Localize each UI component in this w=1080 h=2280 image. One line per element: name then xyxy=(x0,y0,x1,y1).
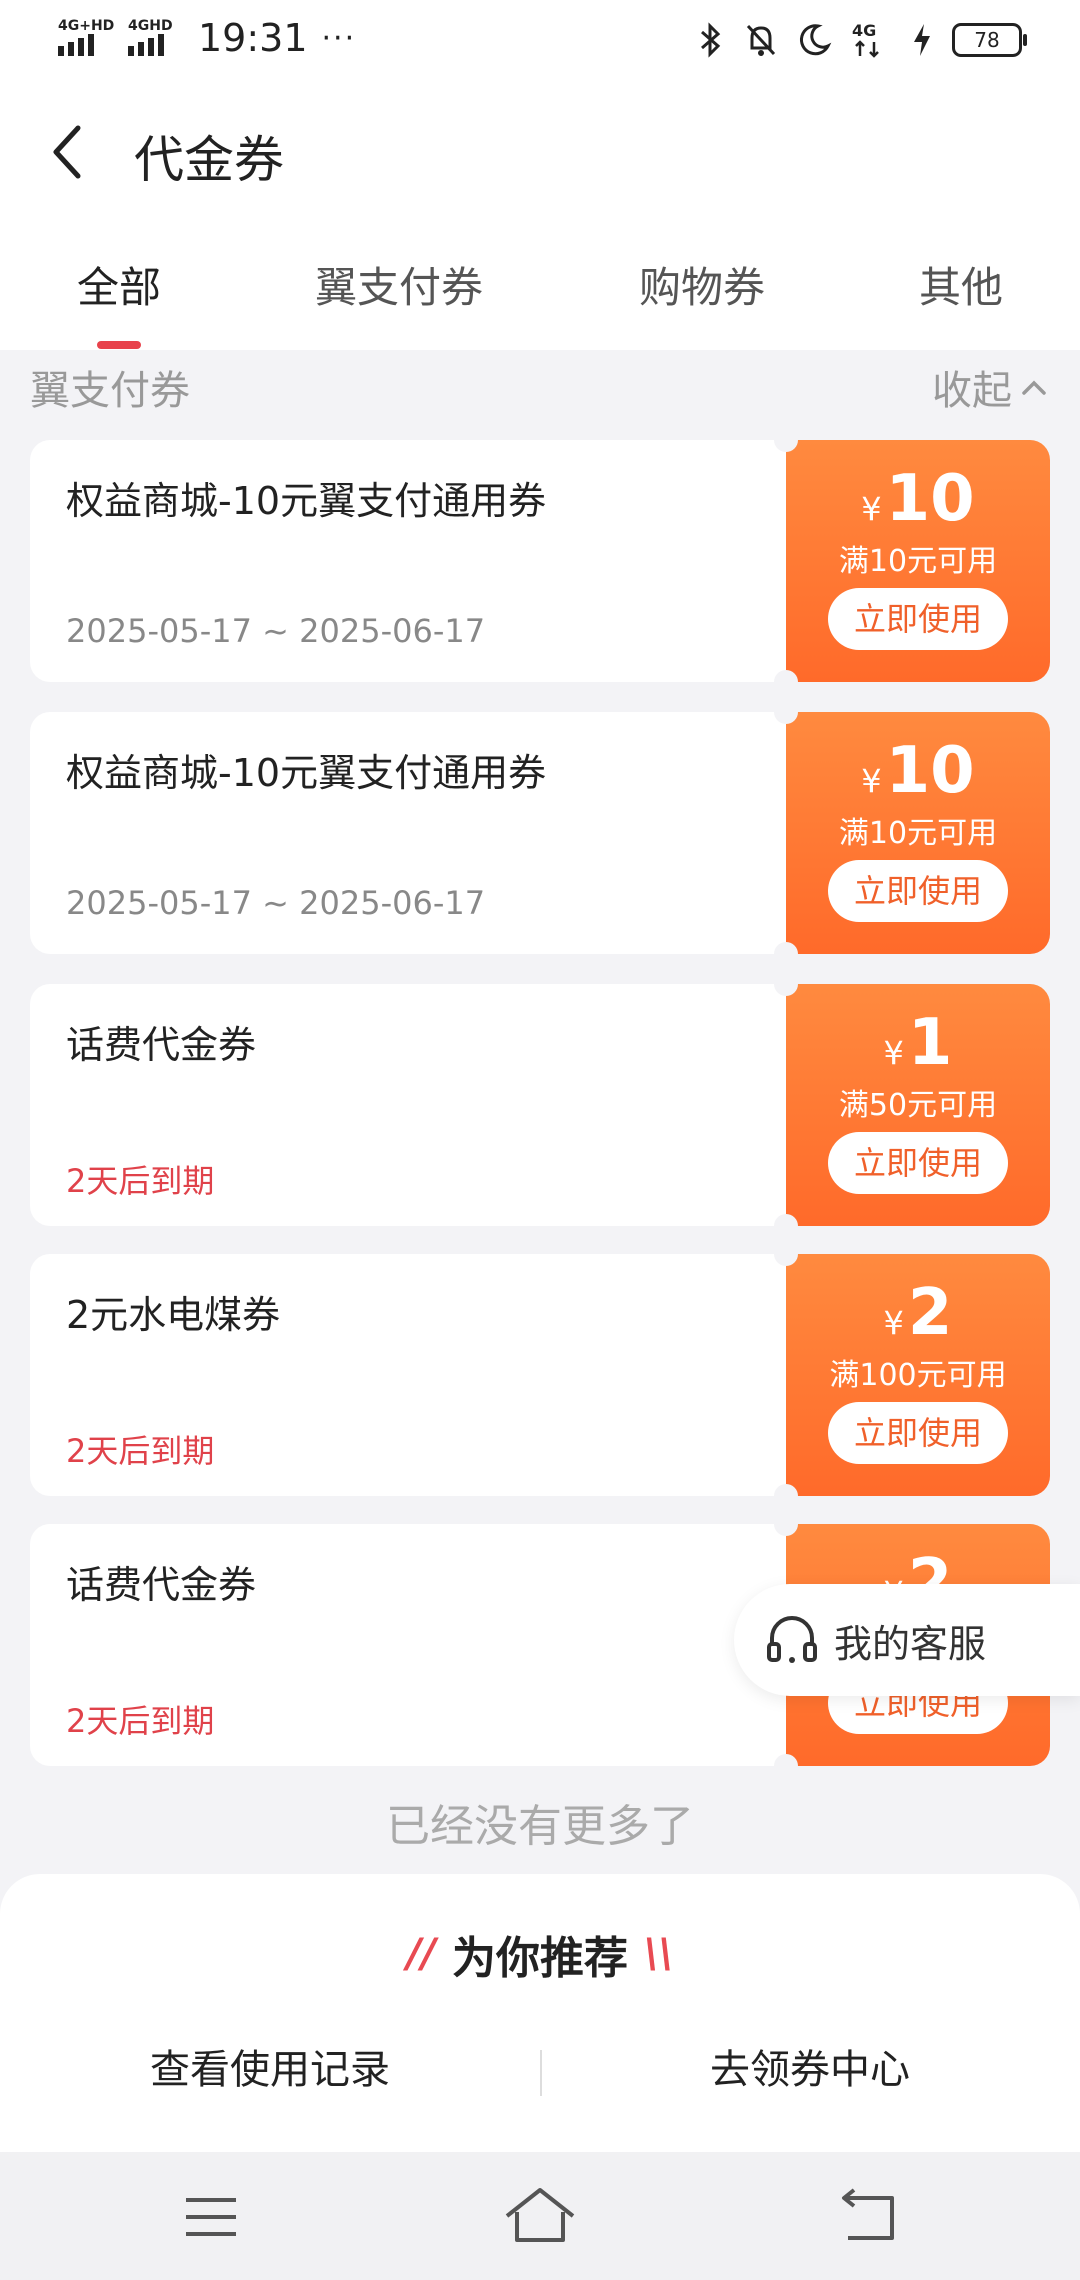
coupon-condition: 满10元可用 xyxy=(838,544,998,579)
coupon-amount: 2 xyxy=(907,1276,953,1350)
use-now-button[interactable]: 立即使用 xyxy=(828,1402,1008,1464)
coupon-condition: 满10元可用 xyxy=(838,816,998,851)
customer-service-label: 我的客服 xyxy=(834,1621,987,1666)
signal-icon: 4GHD xyxy=(128,16,184,60)
chevron-up-icon xyxy=(1022,380,1046,395)
coupon-info: 2元水电煤券 2天后到期 xyxy=(30,1254,786,1496)
tab-bar: 全部 翼支付券 购物券 其他 xyxy=(0,224,1080,350)
coupon-name: 话费代金券 xyxy=(66,1563,257,1607)
headset-icon xyxy=(767,1616,817,1663)
coupon-name: 话费代金券 xyxy=(66,1023,257,1067)
charging-icon xyxy=(914,24,930,56)
bottom-action-bar: 查看使用记录 去领券中心 xyxy=(0,2010,1080,2152)
network-type-label: 4G+HD xyxy=(58,18,115,34)
coupon-condition: 满50元可用 xyxy=(838,1088,998,1123)
back-button[interactable] xyxy=(40,122,100,182)
recommend-section: // 为你推荐 \\ xyxy=(0,1874,1080,2014)
collapse-button[interactable]: 收起 xyxy=(932,358,1050,416)
back-icon xyxy=(842,2188,894,2240)
more-notifications-icon: ··· xyxy=(321,20,357,56)
section-title: 翼支付券 xyxy=(30,368,190,414)
system-nav-bar xyxy=(0,2152,1080,2280)
coupon-value-panel: ¥1 满50元可用 立即使用 xyxy=(774,972,1050,1238)
decor-backslash-icon: \\ xyxy=(644,1931,674,1977)
signal-icon: 4G+HD xyxy=(58,16,114,60)
coupon-center-button[interactable]: 去领券中心 xyxy=(540,2010,1080,2152)
coupon-validity: 2天后到期 xyxy=(66,1702,215,1740)
coupon-amount: 1 xyxy=(907,1006,953,1080)
clock: 19:31 xyxy=(198,16,308,60)
decor-slash-icon: // xyxy=(406,1931,436,1977)
moon-icon xyxy=(799,24,832,56)
coupon-info: 话费代金券 2天后到期 xyxy=(30,1524,786,1766)
coupon-name: 2元水电煤券 xyxy=(66,1293,281,1337)
collapse-label: 收起 xyxy=(932,368,1012,414)
coupon-name: 权益商城-10元翼支付通用券 xyxy=(66,479,547,523)
status-right: 4G 78 xyxy=(698,20,1027,60)
status-left: 4G+HD 4GHD 19:31 ··· xyxy=(58,16,356,60)
currency-symbol: ¥ xyxy=(883,1034,904,1072)
coupon-condition: 满100元可用 xyxy=(829,1358,1007,1393)
coupon-value-panel: ¥10 满10元可用 立即使用 xyxy=(774,700,1050,966)
battery-icon: 78 xyxy=(952,23,1027,57)
use-now-button[interactable]: 立即使用 xyxy=(828,860,1008,922)
use-now-button[interactable]: 立即使用 xyxy=(828,1132,1008,1194)
use-now-button[interactable]: 立即使用 xyxy=(828,588,1008,650)
status-bar: 4G+HD 4GHD 19:31 ··· 4G 78 xyxy=(0,0,1080,84)
coupon-value-panel: ¥10 满10元可用 立即使用 xyxy=(774,428,1050,694)
coupon-card: 话费代金券 2天后到期 ¥1 满50元可用 立即使用 xyxy=(30,972,1050,1238)
network-type-label: 4GHD xyxy=(128,18,173,34)
coupon-validity: 2025-05-17 ~ 2025-06-17 xyxy=(66,884,486,922)
back-nav-button[interactable] xyxy=(824,2182,914,2252)
chevron-left-icon xyxy=(53,125,81,179)
coupon-info: 权益商城-10元翼支付通用券 2025-05-17 ~ 2025-06-17 xyxy=(30,440,786,682)
tab-other[interactable]: 其他 xyxy=(919,254,1003,315)
coupon-info: 话费代金券 2天后到期 xyxy=(30,984,786,1226)
view-usage-history-button[interactable]: 查看使用记录 xyxy=(0,2010,540,2152)
home-button[interactable] xyxy=(495,2182,585,2252)
coupon-info: 权益商城-10元翼支付通用券 2025-05-17 ~ 2025-06-17 xyxy=(30,712,786,954)
tab-shopping[interactable]: 购物券 xyxy=(639,254,765,315)
tab-all[interactable]: 全部 xyxy=(77,254,161,315)
recommend-title: 为你推荐 xyxy=(452,1933,628,1984)
home-icon xyxy=(505,2188,575,2242)
active-tab-indicator xyxy=(97,341,141,349)
menu-icon xyxy=(186,2198,236,2236)
bluetooth-icon xyxy=(701,22,721,58)
coupon-name: 权益商城-10元翼支付通用券 xyxy=(66,751,547,795)
end-of-list-text: 已经没有更多了 xyxy=(386,1801,694,1852)
menu-button[interactable] xyxy=(166,2182,256,2252)
coupon-validity: 2天后到期 xyxy=(66,1432,215,1470)
coupon-validity: 2天后到期 xyxy=(66,1162,215,1200)
coupon-value-panel: ¥2 满100元可用 立即使用 xyxy=(774,1242,1050,1508)
customer-service-button[interactable]: 我的客服 xyxy=(734,1584,1080,1696)
coupon-card: 2元水电煤券 2天后到期 ¥2 满100元可用 立即使用 xyxy=(30,1242,1050,1508)
currency-symbol: ¥ xyxy=(861,762,882,800)
coupon-amount: 10 xyxy=(885,462,975,536)
coupon-card: 权益商城-10元翼支付通用券 2025-05-17 ~ 2025-06-17 ¥… xyxy=(30,700,1050,966)
network-type-label: 4G xyxy=(852,21,876,40)
coupon-card: 权益商城-10元翼支付通用券 2025-05-17 ~ 2025-06-17 ¥… xyxy=(30,428,1050,694)
tab-bestpay[interactable]: 翼支付券 xyxy=(315,254,483,315)
header: 代金券 xyxy=(0,84,1080,224)
coupon-validity: 2025-05-17 ~ 2025-06-17 xyxy=(66,612,486,650)
page-title: 代金券 xyxy=(134,131,284,189)
currency-symbol: ¥ xyxy=(861,490,882,528)
mute-bell-icon xyxy=(746,24,776,56)
mobile-data-icon: 4G xyxy=(852,21,879,58)
currency-symbol: ¥ xyxy=(883,1304,904,1342)
coupon-amount: 10 xyxy=(885,734,975,808)
